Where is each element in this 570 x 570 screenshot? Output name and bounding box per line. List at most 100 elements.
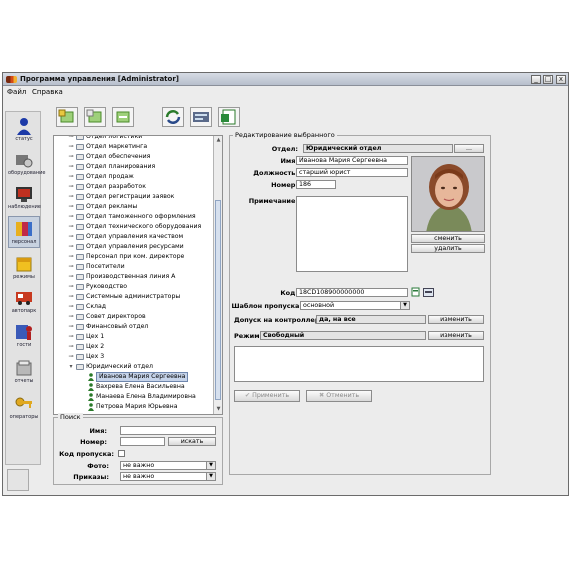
export-excel-button[interactable]: [218, 107, 240, 127]
expand-icon[interactable]: ⊸: [68, 244, 74, 250]
expand-icon[interactable]: ⊸: [68, 224, 74, 230]
expand-icon[interactable]: ⊸: [68, 274, 74, 280]
expand-icon[interactable]: ⊸: [68, 264, 74, 270]
nav-monitoring[interactable]: наблюдение: [8, 182, 41, 214]
nav-label: гости: [16, 342, 32, 348]
nav-guests[interactable]: гости: [8, 320, 40, 352]
code-input[interactable]: 18CD108900000000: [296, 288, 408, 297]
mode-label: Режим:: [234, 332, 263, 340]
folder-icon: [76, 244, 84, 250]
dropdown-arrow-icon[interactable]: ▼: [400, 302, 409, 309]
search-name-input[interactable]: [120, 426, 216, 435]
dropdown-arrow-icon[interactable]: ▼: [206, 473, 215, 480]
name-input[interactable]: Иванова Мария Сергеевна: [296, 156, 408, 165]
nav-vehicles[interactable]: автопарк: [8, 286, 40, 318]
access-change-button[interactable]: изменить: [428, 315, 484, 324]
expand-icon[interactable]: ⊸: [68, 234, 74, 240]
maximize-button[interactable]: □: [543, 75, 553, 84]
expand-icon[interactable]: ⊸: [68, 334, 74, 340]
expand-icon[interactable]: ⊸: [68, 214, 74, 220]
expand-icon[interactable]: ⊸: [68, 254, 74, 260]
scroll-down-icon[interactable]: ▼: [215, 406, 222, 413]
person-icon: [88, 373, 94, 381]
nav-label: наблюдение: [8, 204, 41, 210]
template-select[interactable]: основной ▼: [300, 301, 410, 310]
number-input[interactable]: 186: [296, 180, 336, 189]
expand-icon[interactable]: ⊸: [68, 144, 74, 150]
card-copy-icon[interactable]: [411, 287, 420, 297]
search-title: Поиск: [58, 413, 83, 421]
dropdown-arrow-icon[interactable]: ▼: [206, 462, 215, 469]
scroll-thumb[interactable]: [215, 200, 221, 400]
remove-button[interactable]: [112, 107, 134, 127]
orders-filter-select[interactable]: не важно ▼: [120, 472, 216, 481]
expand-icon[interactable]: ⊸: [68, 284, 74, 290]
expand-icon[interactable]: ⊸: [68, 164, 74, 170]
nav-status[interactable]: статус: [8, 114, 40, 146]
mode-change-button[interactable]: изменить: [428, 331, 484, 340]
card-reader-button[interactable]: [190, 107, 212, 127]
modes-icon: [16, 257, 32, 272]
close-button[interactable]: x: [556, 75, 566, 84]
dept-label: Отдел:: [271, 145, 298, 153]
expand-icon[interactable]: ⊸: [68, 174, 74, 180]
expand-icon[interactable]: ⊸: [68, 184, 74, 190]
search-number-label: Номер:: [80, 438, 107, 446]
change-photo-button[interactable]: сменить: [411, 234, 485, 243]
nav-reports[interactable]: отчеты: [8, 356, 40, 388]
template-label: Шаблон пропуска:: [231, 302, 302, 310]
department-tree[interactable]: ⊸ Отдел логистики ⊸ Отдел маркетинга ⊸ Отдел …: [53, 135, 223, 415]
expand-icon[interactable]: ⊸: [68, 324, 74, 330]
tree-item-label: Цех 2: [86, 343, 105, 350]
search-button[interactable]: искать: [168, 437, 216, 446]
minimize-button[interactable]: _: [531, 75, 541, 84]
expand-icon[interactable]: ⊸: [68, 344, 74, 350]
note-textarea[interactable]: [296, 196, 408, 272]
collapse-icon[interactable]: ▾: [68, 364, 74, 370]
expand-icon[interactable]: ⊸: [68, 314, 74, 320]
title-bar[interactable]: Программа управления [Administrator] _ □…: [3, 73, 568, 86]
menu-help[interactable]: Справка: [32, 88, 63, 96]
status-indicator: [7, 469, 29, 491]
folder-icon: [76, 164, 84, 170]
tree-item-label: Петрова Мария Юрьевна: [96, 403, 178, 410]
folder-icon: [76, 144, 84, 150]
delete-photo-button[interactable]: удалить: [411, 244, 485, 253]
add-user-button[interactable]: [84, 107, 106, 127]
nav-staff[interactable]: персонал: [8, 216, 40, 248]
expand-icon[interactable]: ⊸: [68, 304, 74, 310]
access-label: Допуск на контроллеры:: [234, 316, 328, 324]
cancel-button[interactable]: ✖ Отменить: [306, 390, 372, 402]
pass-code-checkbox[interactable]: [118, 450, 125, 457]
expand-icon[interactable]: ⊸: [68, 154, 74, 160]
card-reader-icon[interactable]: [423, 288, 434, 297]
dept-select-button[interactable]: ...: [454, 144, 484, 153]
position-input[interactable]: старший юрист: [296, 168, 408, 177]
expand-icon[interactable]: ⊸: [68, 204, 74, 210]
expand-icon[interactable]: ⊸: [68, 294, 74, 300]
nav-modes[interactable]: режимы: [8, 252, 40, 284]
tree-item-label: Финансовый отдел: [86, 323, 149, 330]
nav-label: отчеты: [14, 378, 34, 384]
expand-icon[interactable]: ⊸: [68, 194, 74, 200]
tree-item-label: Руководство: [86, 283, 128, 290]
apply-button[interactable]: ✔ Применить: [234, 390, 300, 402]
person-icon: [88, 383, 94, 391]
search-number-input[interactable]: [120, 437, 165, 446]
menu-file[interactable]: Файл: [7, 88, 26, 96]
tree-item-label: Отдел маркетинга: [86, 143, 148, 150]
expand-icon[interactable]: ⊸: [68, 136, 74, 140]
photo-filter-select[interactable]: не важно ▼: [120, 461, 216, 470]
tree-scrollbar[interactable]: ▲ ▼: [213, 136, 222, 414]
orders-filter-value: не важно: [123, 473, 155, 480]
expand-icon[interactable]: ⊸: [68, 354, 74, 360]
folder-icon: [76, 254, 84, 260]
nav-equipment[interactable]: оборудование: [8, 148, 45, 180]
add-folder-button[interactable]: [56, 107, 78, 127]
search-name-label: Имя:: [89, 427, 107, 435]
tree-item-label: Производственная линия А: [86, 273, 176, 280]
folder-icon: [76, 174, 84, 180]
nav-operators[interactable]: операторы: [8, 392, 40, 424]
refresh-button[interactable]: [162, 107, 184, 127]
scroll-up-icon[interactable]: ▲: [215, 137, 222, 144]
